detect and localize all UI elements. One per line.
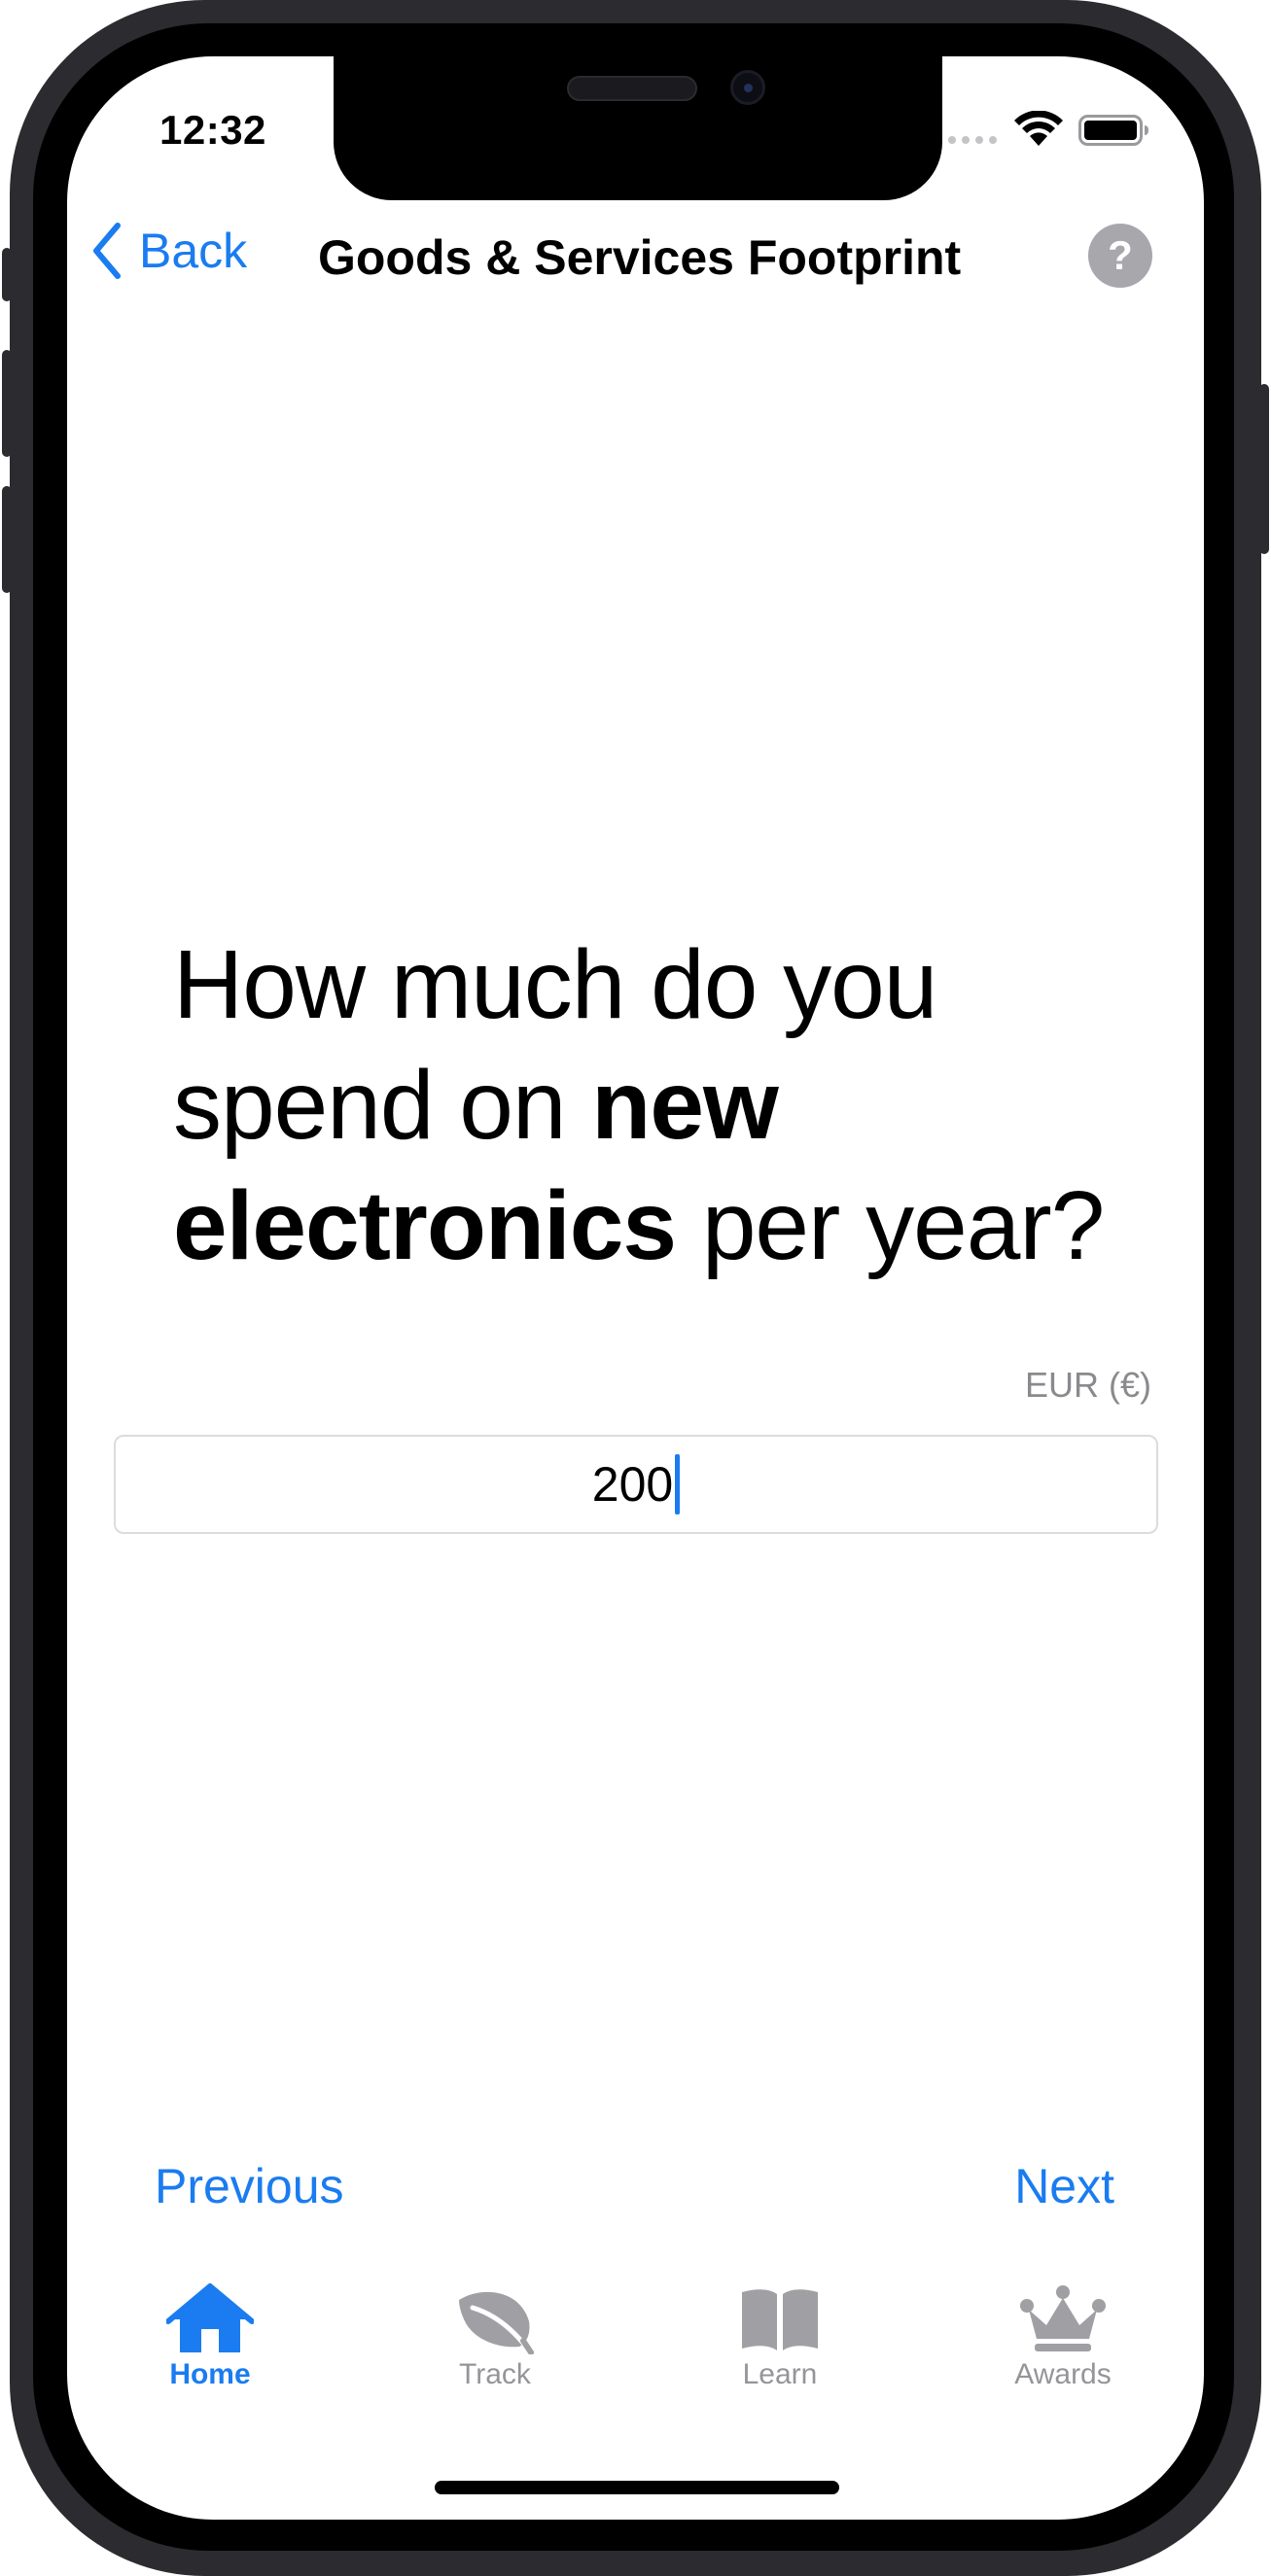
- question-text: How much do you spend on new electronics…: [173, 924, 1165, 1286]
- help-button[interactable]: ?: [1088, 224, 1152, 288]
- front-camera: [730, 70, 765, 105]
- leaf-icon: [459, 2291, 534, 2354]
- amount-input[interactable]: 200: [114, 1435, 1158, 1534]
- volume-up-button: [2, 350, 12, 457]
- speaker-grille: [567, 76, 697, 101]
- volume-down-button: [2, 486, 12, 593]
- next-button[interactable]: Next: [1014, 2158, 1114, 2214]
- tab-learn-label: Learn: [742, 2358, 818, 2390]
- screen: 12:32 Back Goods & Services Footprint ? …: [67, 56, 1204, 2520]
- chevron-left-icon: [93, 223, 121, 279]
- crown-icon: [1020, 2285, 1106, 2351]
- tab-track[interactable]: Track: [398, 2282, 592, 2428]
- power-button: [1259, 384, 1269, 554]
- tab-bar: Home Track Learn Awards: [67, 2282, 1204, 2457]
- book-icon: [742, 2289, 818, 2350]
- tab-home-label: Home: [169, 2358, 251, 2390]
- tab-awards[interactable]: Awards: [966, 2282, 1160, 2428]
- previous-button[interactable]: Previous: [155, 2158, 344, 2214]
- back-button[interactable]: Back: [90, 222, 247, 280]
- tab-home[interactable]: Home: [113, 2282, 307, 2428]
- text-caret: [675, 1454, 681, 1514]
- wifi-icon: [1014, 111, 1063, 146]
- amount-value: 200: [591, 1457, 674, 1512]
- status-time: 12:32: [159, 107, 266, 153]
- question-part-1: How much do you spend on: [173, 930, 937, 1160]
- tab-track-label: Track: [459, 2358, 531, 2390]
- mute-switch: [2, 248, 12, 301]
- cellular-signal-icon: [948, 136, 997, 144]
- tab-awards-label: Awards: [1014, 2358, 1112, 2390]
- notch: [334, 56, 942, 200]
- currency-label: EUR (€): [1024, 1365, 1151, 1405]
- back-label: Back: [139, 224, 248, 278]
- house-icon: [166, 2283, 254, 2352]
- page-title: Goods & Services Footprint: [318, 230, 962, 285]
- question-part-2: per year?: [676, 1171, 1105, 1280]
- battery-icon: [1078, 115, 1148, 146]
- tab-learn[interactable]: Learn: [683, 2282, 877, 2428]
- home-indicator: [435, 2481, 839, 2494]
